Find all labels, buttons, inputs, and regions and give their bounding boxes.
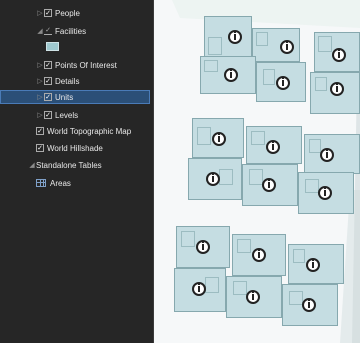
layer-row-units[interactable]: ▷ ✓ Units xyxy=(0,90,150,104)
info-circle-icon[interactable] xyxy=(252,248,266,262)
info-circle-icon[interactable] xyxy=(224,68,238,82)
expand-arrow-icon[interactable]: ▷ xyxy=(36,61,44,69)
layer-row-world-topographic-map[interactable]: ✓ World Topographic Map xyxy=(0,124,150,138)
info-circle-icon[interactable] xyxy=(306,258,320,272)
checkbox-people[interactable]: ✓ xyxy=(44,9,52,17)
group-label-standalone-tables: Standalone Tables xyxy=(36,160,102,170)
layer-label-world-hillshade: World Hillshade xyxy=(47,143,103,153)
contents-pane: ▷ ✓ People ◢ ✓ Facilities ▷ ✓ Points Of … xyxy=(0,0,153,343)
table-icon xyxy=(36,179,46,187)
layer-label-levels: Levels xyxy=(55,110,79,120)
layer-label-people: People xyxy=(55,8,80,18)
expand-arrow-icon[interactable]: ▷ xyxy=(36,93,44,101)
info-circle-icon[interactable] xyxy=(246,290,260,304)
layer-label-facilities: Facilities xyxy=(55,26,87,36)
info-circle-icon[interactable] xyxy=(212,132,226,146)
layer-label-world-topographic-map: World Topographic Map xyxy=(47,126,132,136)
layer-row-details[interactable]: ▷ ✓ Details xyxy=(0,74,150,88)
layer-label-units: Units xyxy=(55,92,74,102)
info-circle-icon[interactable] xyxy=(280,40,294,54)
info-circle-icon[interactable] xyxy=(228,30,242,44)
layer-row-facilities[interactable]: ◢ ✓ Facilities xyxy=(0,24,150,38)
group-row-standalone-tables[interactable]: ◢ Standalone Tables xyxy=(0,158,150,172)
info-circle-icon[interactable] xyxy=(318,186,332,200)
expand-arrow-icon[interactable]: ▷ xyxy=(36,77,44,85)
checkbox-world-hillshade[interactable]: ✓ xyxy=(36,144,44,152)
layer-row-world-hillshade[interactable]: ✓ World Hillshade xyxy=(0,141,150,155)
layer-label-details: Details xyxy=(55,76,80,86)
layer-label-points-of-interest: Points Of Interest xyxy=(55,60,117,70)
info-circle-icon[interactable] xyxy=(206,172,220,186)
checkbox-levels[interactable]: ✓ xyxy=(44,111,52,119)
checkbox-units[interactable]: ✓ xyxy=(44,93,52,101)
expand-arrow-icon[interactable]: ▷ xyxy=(36,111,44,119)
layer-row-people[interactable]: ▷ ✓ People xyxy=(0,6,150,20)
info-circle-icon[interactable] xyxy=(266,140,280,154)
checkbox-points-of-interest[interactable]: ✓ xyxy=(44,61,52,69)
checkbox-details[interactable]: ✓ xyxy=(44,77,52,85)
info-circle-icon[interactable] xyxy=(192,282,206,296)
checkbox-world-topographic-map[interactable]: ✓ xyxy=(36,127,44,135)
table-label-areas: Areas xyxy=(50,178,71,188)
info-circle-icon[interactable] xyxy=(332,48,346,62)
info-circle-icon[interactable] xyxy=(196,240,210,254)
info-circle-icon[interactable] xyxy=(330,82,344,96)
info-circle-icon[interactable] xyxy=(262,178,276,192)
collapse-arrow-icon[interactable]: ◢ xyxy=(36,27,44,35)
info-circle-icon[interactable] xyxy=(320,148,334,162)
layer-row-points-of-interest[interactable]: ▷ ✓ Points Of Interest xyxy=(0,58,150,72)
checkbox-facilities[interactable]: ✓ xyxy=(44,27,52,35)
layer-row-levels[interactable]: ▷ ✓ Levels xyxy=(0,108,150,122)
table-row-areas[interactable]: Areas xyxy=(0,176,150,190)
info-circle-icon[interactable] xyxy=(276,76,290,90)
map-view[interactable] xyxy=(154,0,360,343)
expand-arrow-icon[interactable]: ▷ xyxy=(36,9,44,17)
facilities-symbol-swatch xyxy=(46,42,59,51)
collapse-arrow-icon[interactable]: ◢ xyxy=(28,161,36,169)
info-circle-icon[interactable] xyxy=(302,298,316,312)
